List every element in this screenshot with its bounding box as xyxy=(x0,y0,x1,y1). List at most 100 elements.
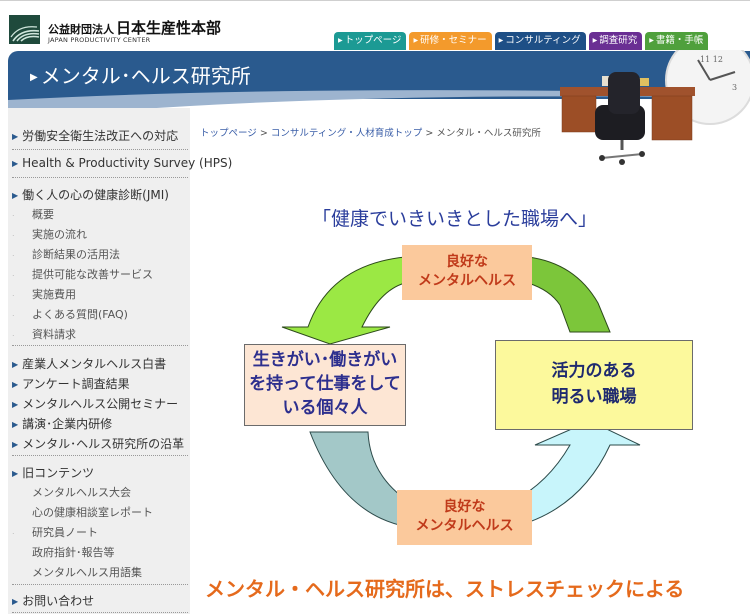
sidebar-item-label: 講演･企業内研修 xyxy=(22,417,113,431)
sidebar-item-whitepaper[interactable]: ▶ 産業人メンタルヘルス白書 xyxy=(12,355,166,372)
sidebar-subitem-counseling-report[interactable]: 心の健康相談室レポート xyxy=(32,504,153,520)
box-line: いる個々人 xyxy=(282,398,368,418)
divider xyxy=(12,584,188,585)
nav-tab-label: 研修・セミナー xyxy=(420,35,487,46)
nav-tab-research[interactable]: ▶ 調査研究 xyxy=(588,32,643,50)
triangle-right-icon: ▶ xyxy=(413,37,419,44)
bullet-dot-icon: . xyxy=(12,269,15,278)
triangle-right-icon: ▶ xyxy=(12,360,19,369)
sidebar-subitem-request-docs[interactable]: 資料請求 xyxy=(32,326,76,342)
sidebar-item-lectures[interactable]: ▶ 講演･企業内研修 xyxy=(12,415,112,432)
sidebar-item-label: 産業人メンタルヘルス白書 xyxy=(22,357,167,371)
sidebar-item-label: メンタルヘルス公開セミナー xyxy=(22,397,179,411)
divider xyxy=(12,149,188,150)
workplace-box: 活力のある 明るい職場 xyxy=(495,340,693,430)
nav-tab-consulting[interactable]: ▶ コンサルティング xyxy=(494,32,586,50)
sidebar-subitem-services[interactable]: 提供可能な改善サービス xyxy=(32,266,153,282)
sidebar-item-history[interactable]: ▶ メンタル･ヘルス研究所の沿革 xyxy=(12,435,184,452)
sidebar-subitem-cost[interactable]: 実施費用 xyxy=(32,286,76,302)
sidebar-subitem-overview[interactable]: 概要 xyxy=(32,206,54,222)
sidebar-item-label: 旧コンテンツ xyxy=(22,466,95,480)
svg-text:11 12: 11 12 xyxy=(700,55,723,64)
sidebar-subitem-gov-guidelines[interactable]: 政府指針･報告等 xyxy=(32,544,115,560)
bullet-dot-icon: . xyxy=(12,209,15,218)
triangle-right-icon: ▶ xyxy=(30,72,38,83)
top-mental-health-label: 良好な メンタルヘルス xyxy=(402,245,532,300)
divider xyxy=(12,345,188,346)
arrow-curve-left-icon xyxy=(309,431,409,528)
triangle-right-icon: ▶ xyxy=(12,469,19,478)
sidebar-item-label: Health & Productivity Survey (HPS) xyxy=(22,156,233,170)
triangle-right-icon: ▶ xyxy=(12,400,19,409)
divider xyxy=(12,177,188,178)
arrow-curve-right-icon xyxy=(527,256,611,333)
bullet-dot-icon: . xyxy=(12,309,15,318)
sidebar-item-label: 働く人の心の健康診断(JMI) xyxy=(22,188,169,202)
page-title: ▶ メンタル･ヘルス研究所 xyxy=(30,60,251,89)
divider xyxy=(12,455,188,456)
sidebar-item-survey-results[interactable]: ▶ アンケート調査結果 xyxy=(12,375,130,392)
box-line: 活力のある xyxy=(551,361,637,381)
section-heading: メンタル・ヘルス研究所は、ストレスチェックによる xyxy=(205,577,685,601)
label-line: 良好な xyxy=(443,499,486,515)
triangle-right-icon: ▶ xyxy=(12,440,19,449)
bullet-dot-icon: . xyxy=(12,229,15,238)
org-logo-text[interactable]: 公益財団法人 日本生産性本部 xyxy=(48,17,221,38)
bullet-dot-icon: . xyxy=(12,289,15,298)
bottom-mental-health-label: 良好な メンタルヘルス xyxy=(397,490,532,545)
nav-tab-label: トップページ xyxy=(344,35,402,46)
box-line: 明るい職場 xyxy=(551,387,637,407)
slogan-heading: 「健康でいきいきとした職場へ」 xyxy=(312,208,598,230)
global-nav: ▶ トップページ ▶ 研修・セミナー ▶ コンサルティング ▶ 調査研究 ▶ 書籍・手帳 xyxy=(334,32,709,50)
top-divider xyxy=(0,0,750,1)
triangle-right-icon: ▶ xyxy=(12,132,19,141)
logo-icon[interactable] xyxy=(9,15,40,44)
office-desk-illustration: 11 12 3 xyxy=(560,50,750,165)
divider xyxy=(12,612,188,613)
triangle-right-icon: ▶ xyxy=(12,159,19,168)
sidebar-item-label: 労働安全衛生法改正への対応 xyxy=(22,129,179,143)
triangle-right-icon: ▶ xyxy=(649,37,654,44)
triangle-right-icon: ▶ xyxy=(12,191,19,200)
sidebar-item-contact[interactable]: ▶ お問い合わせ xyxy=(12,592,94,609)
triangle-right-icon: ▶ xyxy=(498,37,504,44)
label-line: メンタルヘルス xyxy=(415,518,514,534)
sidebar-item-jmi[interactable]: ▶ 働く人の心の健康診断(JMI) xyxy=(12,186,169,203)
sidebar-item-labor-law[interactable]: ▶ 労働安全衛生法改正への対応 xyxy=(12,127,178,144)
nav-tab-label: 書籍・手帳 xyxy=(655,35,704,46)
org-english-name: JAPAN PRODUCTIVITY CENTER xyxy=(48,36,151,44)
bullet-dot-icon: . xyxy=(12,329,15,338)
bullet-dot-icon: . xyxy=(12,249,15,258)
sidebar-subitem-flow[interactable]: 実施の流れ xyxy=(32,226,87,242)
nav-tab-label: 調査研究 xyxy=(599,35,638,46)
sidebar-subitem-faq[interactable]: よくある質問(FAQ) xyxy=(32,306,128,322)
breadcrumb-link-consulting[interactable]: コンサルティング・人材育成トップ xyxy=(271,128,422,139)
individual-box: 生きがい･働きがい を持って仕事をして いる個々人 xyxy=(244,344,406,426)
triangle-right-icon: ▶ xyxy=(12,380,19,389)
org-name: 日本生産性本部 xyxy=(116,19,222,37)
bullet-dot-icon: . xyxy=(12,527,15,536)
box-line: 生きがい･働きがい xyxy=(252,350,398,370)
page-title-text: メンタル･ヘルス研究所 xyxy=(40,64,251,88)
sidebar-item-label: メンタル･ヘルス研究所の沿革 xyxy=(22,437,185,451)
nav-tab-books[interactable]: ▶ 書籍・手帳 xyxy=(645,32,709,50)
sidebar-item-label: お問い合わせ xyxy=(22,594,95,608)
sidebar-subitem-results-usage[interactable]: 診断結果の活用法 xyxy=(32,246,120,262)
nav-tab-seminar[interactable]: ▶ 研修・セミナー xyxy=(409,32,492,50)
arrow-up-right-icon xyxy=(512,420,641,528)
sidebar-item-old-contents[interactable]: ▶ 旧コンテンツ xyxy=(12,464,94,481)
sidebar-item-public-seminar[interactable]: ▶ メンタルヘルス公開セミナー xyxy=(12,395,178,412)
nav-tab-label: コンサルティング xyxy=(505,35,581,46)
sidebar-subitem-conference[interactable]: メンタルヘルス大会 xyxy=(32,484,131,500)
triangle-right-icon: ▶ xyxy=(12,597,19,606)
sidebar-item-label: アンケート調査結果 xyxy=(22,377,130,391)
sidebar-item-hps[interactable]: ▶ Health & Productivity Survey (HPS) xyxy=(12,156,232,170)
box-line: を持って仕事をして xyxy=(249,374,401,394)
triangle-right-icon: ▶ xyxy=(592,37,598,44)
breadcrumb-link-top[interactable]: トップページ xyxy=(200,128,257,139)
svg-text:3: 3 xyxy=(732,83,737,92)
breadcrumb-separator: > xyxy=(425,128,434,139)
sidebar-subitem-researcher-notes[interactable]: 研究員ノート xyxy=(32,524,98,540)
sidebar-subitem-glossary[interactable]: メンタルヘルス用語集 xyxy=(32,564,142,580)
nav-tab-top[interactable]: ▶ トップページ xyxy=(334,32,407,50)
